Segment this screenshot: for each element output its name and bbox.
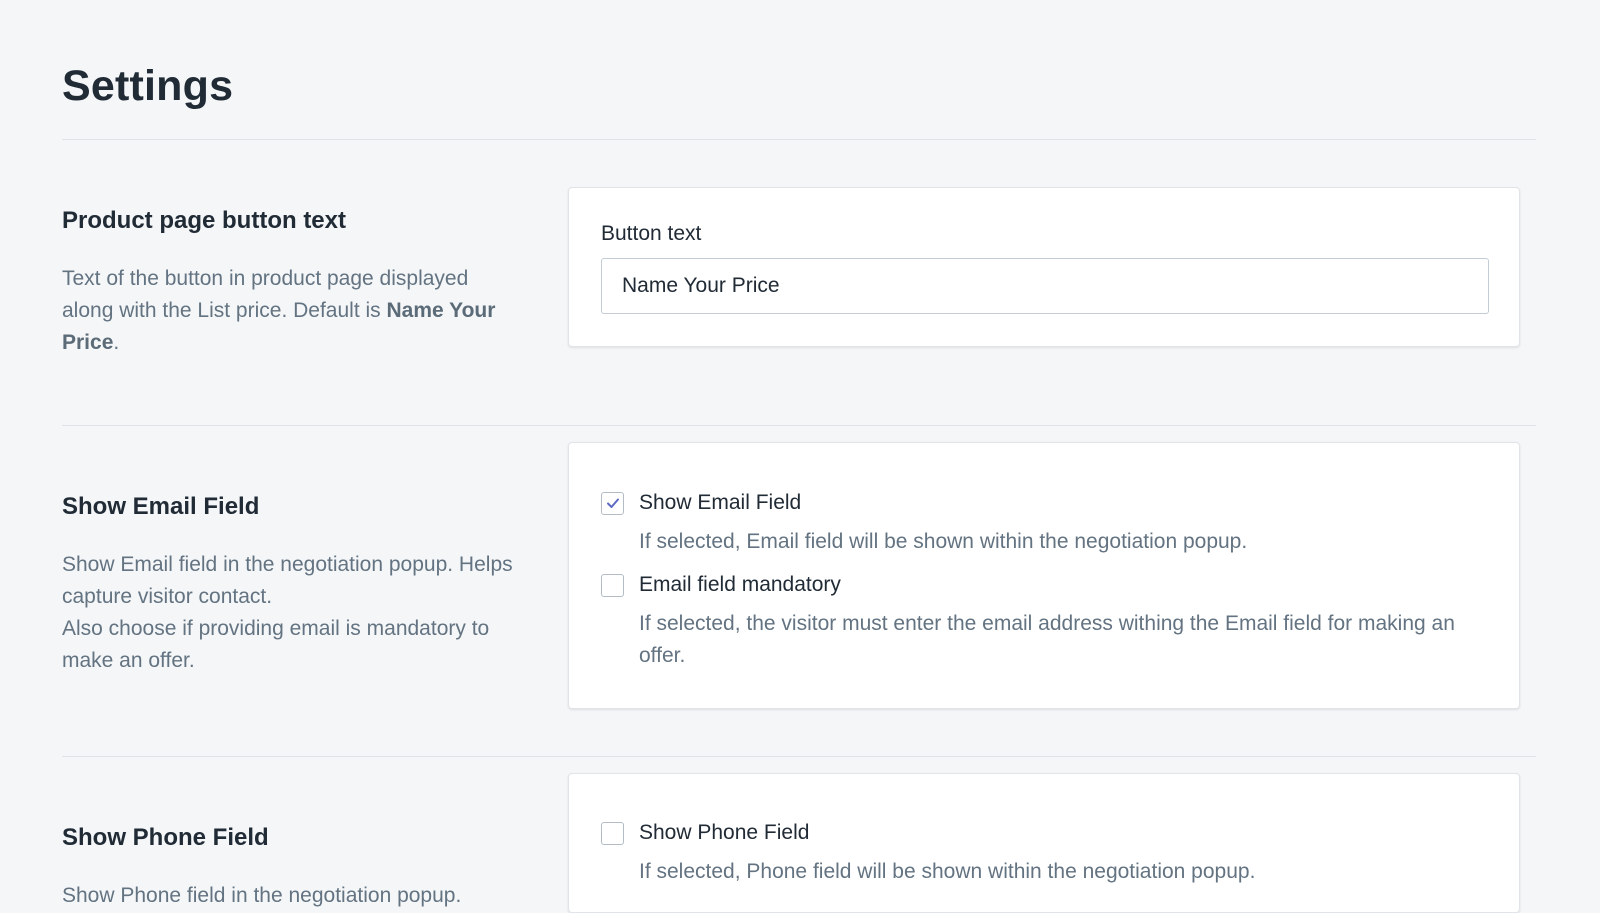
section-heading: Show Email Field [62, 493, 260, 520]
show-phone-option[interactable]: Show Phone Field [601, 821, 809, 845]
show-email-option[interactable]: Show Email Field [601, 491, 801, 515]
section-description: Text of the button in product page displ… [62, 267, 496, 354]
email-mandatory-label[interactable]: Email field mandatory [639, 573, 841, 597]
section-heading: Product page button text [62, 207, 346, 234]
email-mandatory-checkbox[interactable] [601, 573, 624, 597]
button-text-label: Button text [601, 222, 702, 245]
section-divider [62, 425, 1536, 426]
button-text-input[interactable] [601, 258, 1489, 314]
checkmark-icon [606, 498, 619, 508]
section-heading: Show Phone Field [62, 824, 269, 851]
section-info: Product page button text Text of the but… [62, 207, 522, 359]
show-email-checkbox[interactable] [601, 491, 624, 515]
show-email-label[interactable]: Show Email Field [639, 491, 801, 515]
show-phone-label[interactable]: Show Phone Field [639, 821, 809, 845]
phone-field-card: Show Phone Field If selected, Phone fiel… [568, 773, 1520, 913]
show-phone-checkbox[interactable] [601, 821, 624, 845]
show-email-help: If selected, Email field will be shown w… [639, 530, 1248, 553]
section-description: Show Email field in the negotiation popu… [62, 553, 513, 672]
button-text-card: Button text [568, 187, 1520, 347]
email-mandatory-option[interactable]: Email field mandatory [601, 573, 841, 597]
email-field-card: Show Email Field If selected, Email fiel… [568, 442, 1520, 709]
show-phone-help: If selected, Phone field will be shown w… [639, 860, 1256, 883]
section-info: Show Phone Field Show Phone field in the… [62, 824, 522, 912]
section-description: Show Phone field in the negotiation popu… [62, 884, 462, 907]
page-title: Settings [62, 62, 234, 110]
title-divider [62, 139, 1536, 140]
email-mandatory-help: If selected, the visitor must enter the … [639, 612, 1455, 667]
section-info: Show Email Field Show Email field in the… [62, 493, 522, 677]
section-divider [62, 756, 1536, 757]
